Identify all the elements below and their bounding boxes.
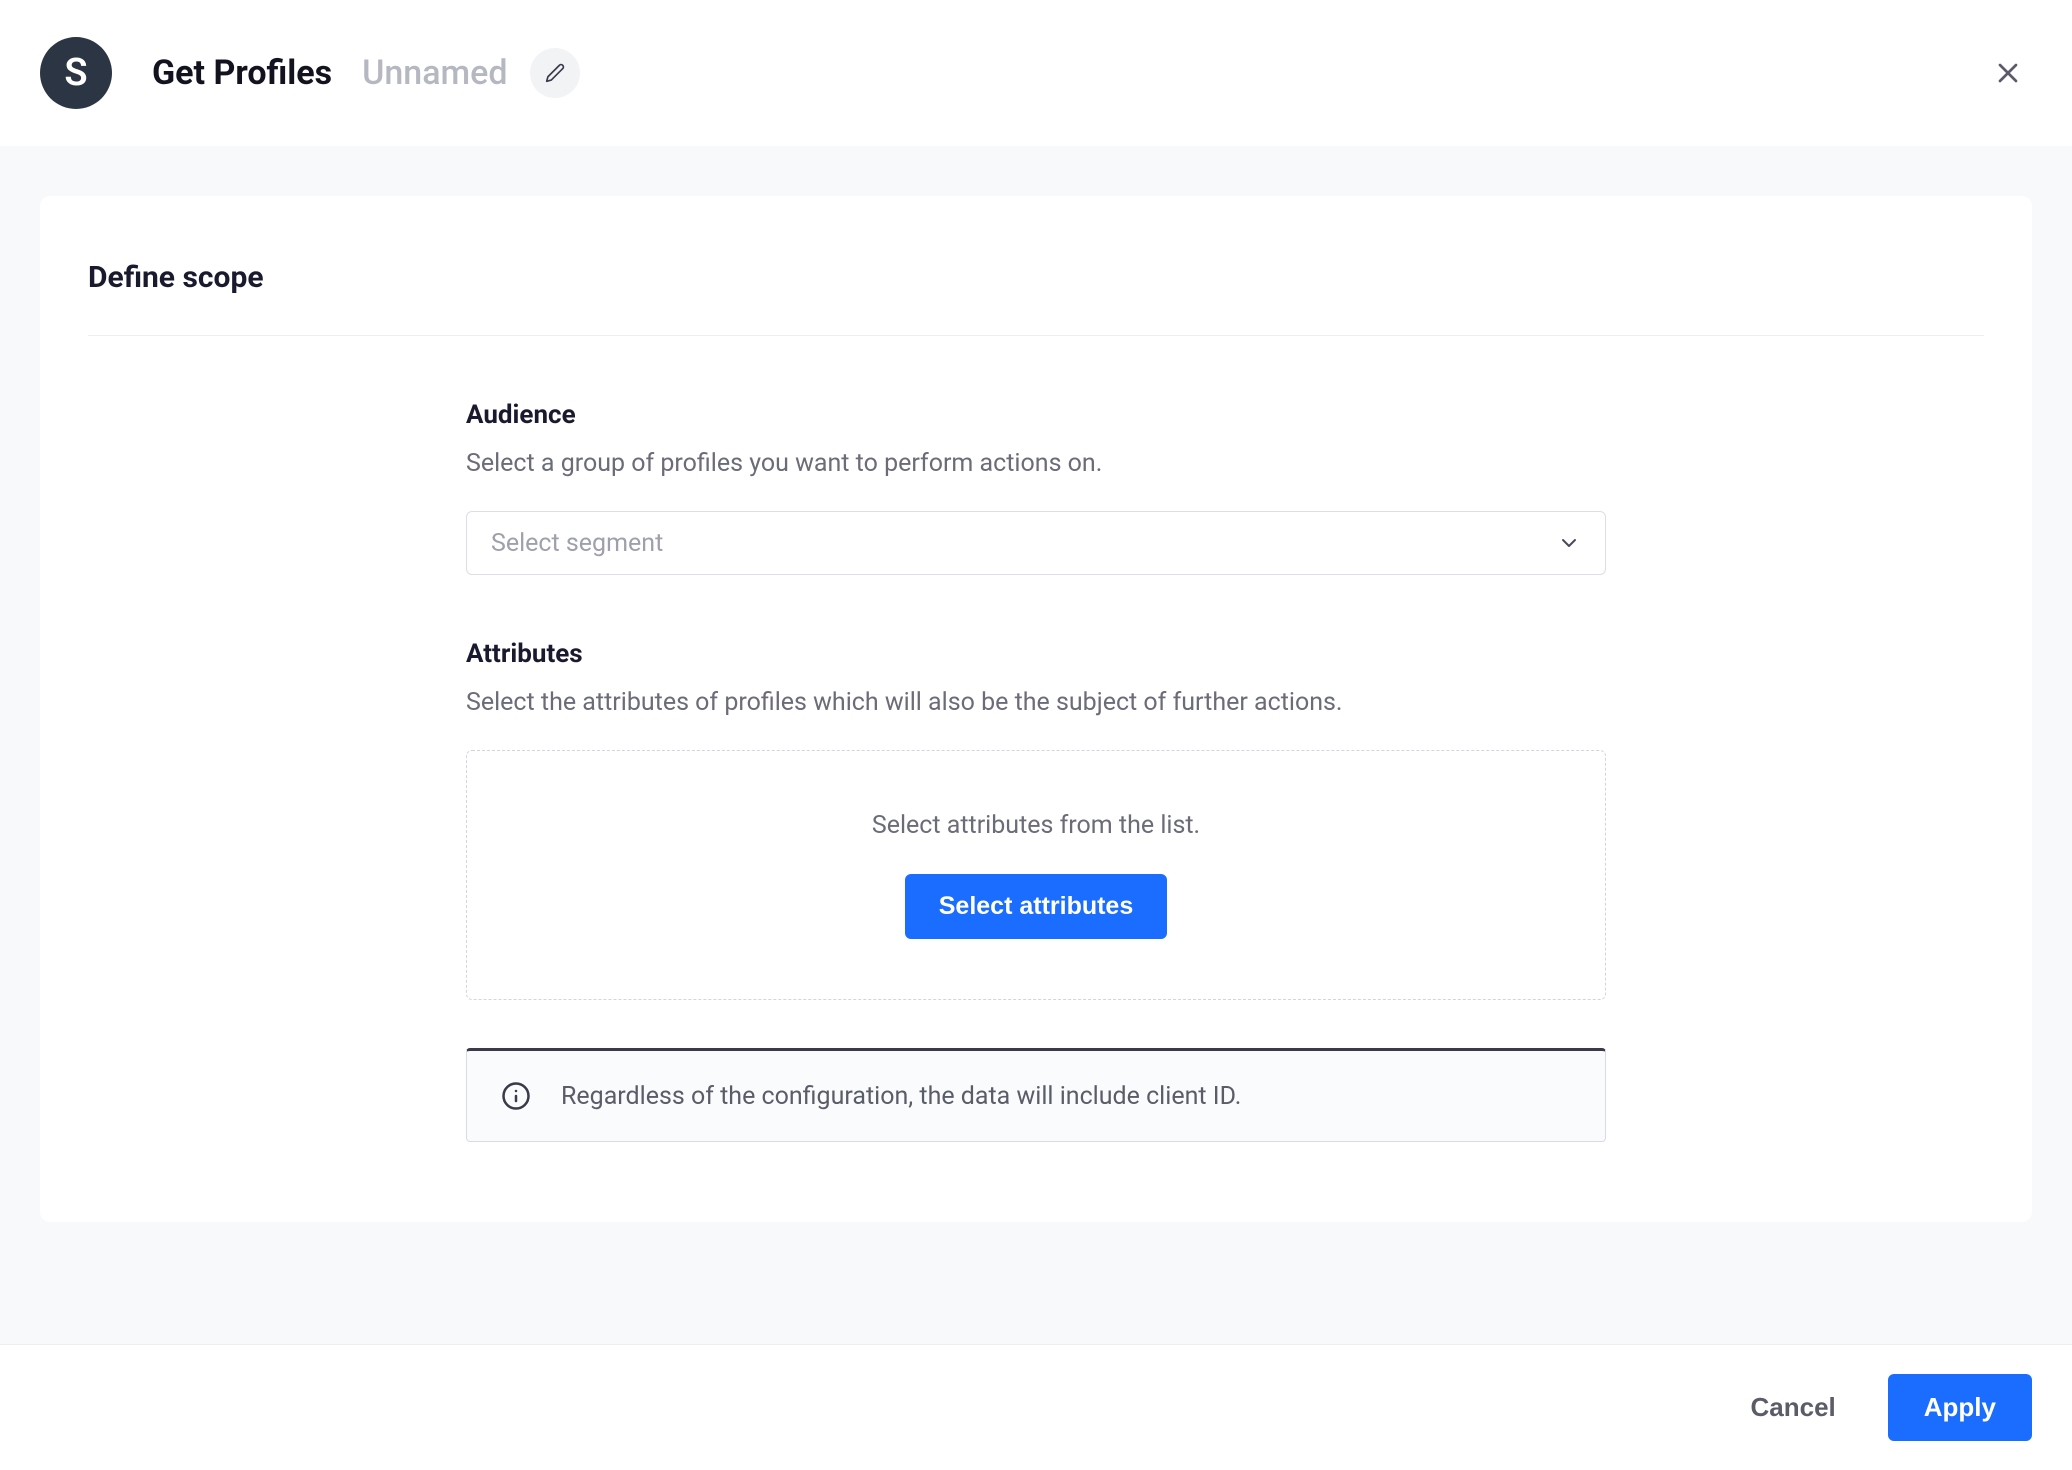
- info-banner: Regardless of the configuration, the dat…: [466, 1048, 1606, 1142]
- page-title: Get Profiles: [152, 53, 332, 93]
- audience-label: Audience: [466, 400, 1606, 430]
- apply-button[interactable]: Apply: [1888, 1374, 2032, 1441]
- edit-name-button[interactable]: [530, 48, 580, 98]
- workspace-avatar[interactable]: S: [40, 37, 112, 109]
- attributes-label: Attributes: [466, 639, 1606, 669]
- segment-select[interactable]: Select segment: [466, 511, 1606, 575]
- form-area: Audience Select a group of profiles you …: [466, 400, 1606, 1142]
- header-bar: S Get Profiles Unnamed: [0, 0, 2072, 146]
- audience-description: Select a group of profiles you want to p…: [466, 446, 1606, 481]
- info-icon: [501, 1081, 531, 1111]
- card-title: Define scope: [88, 260, 1984, 336]
- attributes-empty-text: Select attributes from the list.: [872, 811, 1200, 840]
- info-text: Regardless of the configuration, the dat…: [561, 1082, 1241, 1111]
- close-icon: [1992, 57, 2024, 89]
- pencil-icon: [545, 63, 565, 83]
- close-button[interactable]: [1992, 57, 2024, 89]
- select-attributes-button[interactable]: Select attributes: [905, 874, 1168, 939]
- node-name: Unnamed: [362, 53, 507, 93]
- body-area: Define scope Audience Select a group of …: [0, 146, 2072, 1344]
- workspace-letter: S: [64, 51, 87, 95]
- chevron-down-icon: [1557, 531, 1581, 555]
- attributes-empty-box: Select attributes from the list. Select …: [466, 750, 1606, 1000]
- footer-bar: Cancel Apply: [0, 1344, 2072, 1470]
- scope-card: Define scope Audience Select a group of …: [40, 196, 2032, 1222]
- segment-select-placeholder: Select segment: [491, 529, 663, 558]
- cancel-button[interactable]: Cancel: [1727, 1378, 1860, 1437]
- attributes-description: Select the attributes of profiles which …: [466, 685, 1606, 720]
